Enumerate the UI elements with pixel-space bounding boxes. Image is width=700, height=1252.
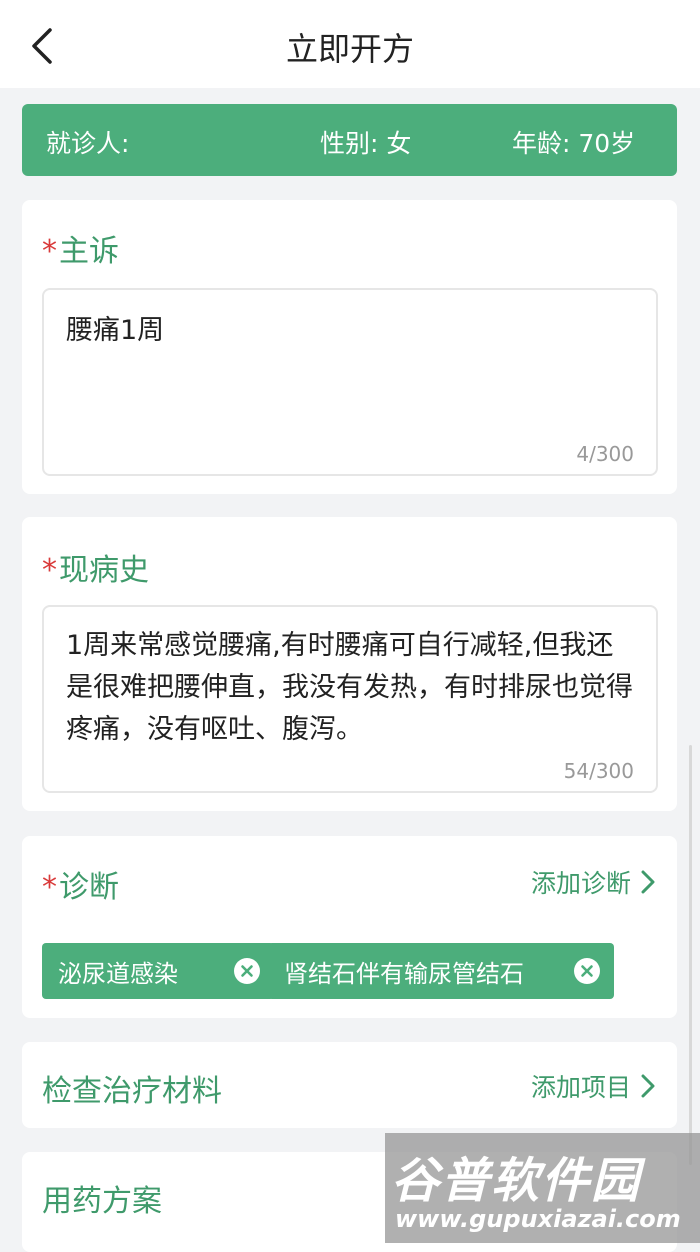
patient-gender: 性别: 女 (320, 129, 412, 158)
present-illness-title-text: 现病史 (59, 553, 149, 588)
close-icon (581, 965, 593, 977)
diagnosis-tag: 泌尿道感染 (42, 943, 274, 999)
diagnosis-tag: 肾结石伴有输尿管结石 (268, 943, 614, 999)
patient-name-label: 就诊人: (46, 129, 130, 158)
patient-info-bar: 就诊人: 性别: 女 年龄: 70岁 (22, 104, 677, 176)
scrollbar[interactable] (689, 745, 692, 1165)
required-star: * (42, 870, 57, 905)
present-illness-input[interactable]: 1周来常感觉腰痛,有时腰痛可自行减轻,但我还是很难把腰伸直，我没有发热，有时排尿… (42, 605, 658, 793)
diagnosis-title: *诊断 (42, 862, 119, 906)
add-item-label: 添加项目 (530, 1073, 631, 1102)
add-item-button[interactable]: 添加项目 (531, 1068, 655, 1104)
chief-complaint-card: *主诉 腰痛1周 4/300 (22, 200, 677, 494)
medication-plan-title: 用药方案 (42, 1184, 162, 1219)
char-counter: 4/300 (576, 442, 634, 466)
close-icon (241, 965, 253, 977)
chevron-right-icon (641, 1074, 655, 1098)
present-illness-text: 1周来常感觉腰痛,有时腰痛可自行减轻,但我还是很难把腰伸直，我没有发热，有时排尿… (66, 630, 633, 745)
remove-tag-button[interactable] (234, 958, 260, 984)
chief-complaint-input[interactable]: 腰痛1周 4/300 (42, 288, 658, 476)
present-illness-title: *现病史 (42, 545, 149, 589)
watermark-url: www.gupuxiazai.com (395, 1205, 681, 1233)
top-bar: 立即开方 (0, 0, 700, 88)
required-star: * (42, 234, 57, 269)
exam-treatment-card[interactable]: 检查治疗材料 添加项目 (22, 1042, 677, 1128)
add-diagnosis-label: 添加诊断 (530, 869, 631, 898)
watermark-title: 谷普软件园 (391, 1153, 642, 1209)
page-title: 立即开方 (285, 30, 414, 68)
required-star: * (42, 553, 57, 588)
patient-age: 年龄: 70岁 (512, 129, 636, 158)
chevron-right-icon (641, 870, 655, 894)
diagnosis-card: *诊断 添加诊断 泌尿道感染 肾结石伴有输尿管结石 (22, 836, 677, 1018)
remove-tag-button[interactable] (574, 958, 600, 984)
present-illness-card: *现病史 1周来常感觉腰痛,有时腰痛可自行减轻,但我还是很难把腰伸直，我没有发热… (22, 517, 677, 811)
char-counter: 54/300 (563, 759, 634, 783)
diagnosis-title-text: 诊断 (59, 870, 119, 905)
diagnosis-tag-label: 肾结石伴有输尿管结石 (284, 959, 524, 988)
chief-complaint-text: 腰痛1周 (66, 315, 165, 346)
watermark-logo: 谷普软件园 www.gupuxiazai.com (385, 1133, 700, 1243)
diagnosis-tag-label: 泌尿道感染 (58, 959, 178, 988)
chief-complaint-title: *主诉 (42, 226, 119, 270)
chief-complaint-title-text: 主诉 (59, 234, 119, 269)
add-diagnosis-button[interactable]: 添加诊断 (531, 864, 655, 900)
exam-treatment-title: 检查治疗材料 (42, 1074, 222, 1109)
